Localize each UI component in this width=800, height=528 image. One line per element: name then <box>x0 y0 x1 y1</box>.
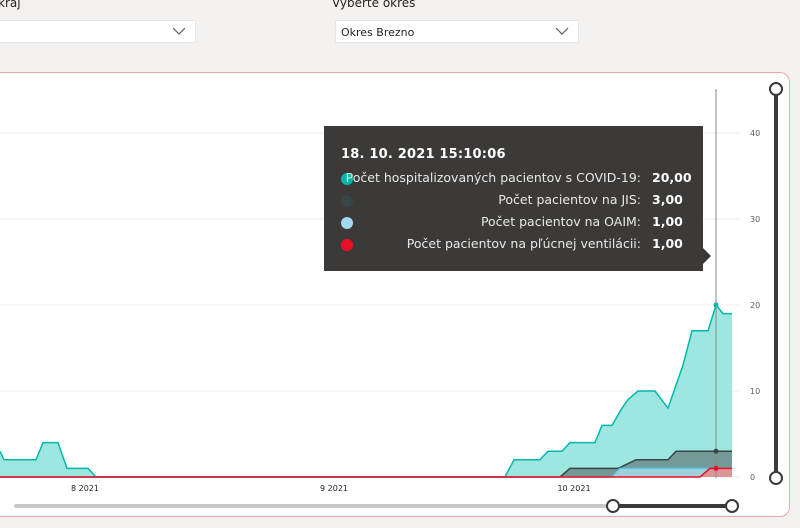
tooltip-value: 3,00 <box>652 192 683 207</box>
tooltip-value: 1,00 <box>652 214 683 229</box>
chart-tooltip: 18. 10. 2021 15:10:06 Počet hospitalizov… <box>324 126 711 271</box>
tooltip-row: Počet pacientov na pľúcnej ventilácii: 1… <box>324 236 703 256</box>
tooltip-row: Počet pacientov na JIS: 3,00 <box>324 192 703 212</box>
legend-dot-icon <box>341 195 353 207</box>
hover-marker <box>713 302 719 308</box>
tooltip-label: Počet pacientov na OAIM: <box>480 214 641 229</box>
x-tick-label: 8 2021 <box>71 484 99 493</box>
series-area <box>0 468 732 477</box>
y-tick-label: 20 <box>750 301 760 310</box>
y-tick-label: 40 <box>750 129 760 138</box>
tooltip-value: 1,00 <box>652 236 683 251</box>
legend-dot-icon <box>341 217 353 229</box>
tooltip-label: Počet hospitalizovaných pacientov s COVI… <box>345 170 641 185</box>
tooltip-pointer <box>703 248 711 264</box>
tooltip-label: Počet pacientov na pľúcnej ventilácii: <box>406 236 641 251</box>
vertical-zoom-handle-top[interactable] <box>769 82 783 96</box>
x-tick-label: 9 2021 <box>320 484 348 493</box>
horizontal-zoom-handle-right[interactable] <box>725 499 739 513</box>
y-tick-label: 10 <box>750 387 760 396</box>
x-tick-label: 10 2021 <box>557 484 590 493</box>
vertical-zoom-handle-bottom[interactable] <box>769 471 783 485</box>
tooltip-row: Počet pacientov na OAIM: 1,00 <box>324 214 703 234</box>
hover-marker <box>713 448 719 454</box>
tooltip-value: 20,00 <box>652 170 692 185</box>
legend-dot-icon <box>341 239 353 251</box>
horizontal-zoom-handle-left[interactable] <box>606 499 620 513</box>
tooltip-row: Počet hospitalizovaných pacientov s COVI… <box>324 170 703 190</box>
y-tick-label: 0 <box>750 473 755 482</box>
tooltip-label: Počet pacientov na JIS: <box>498 192 641 207</box>
tooltip-datetime: 18. 10. 2021 15:10:06 <box>341 147 506 162</box>
hover-marker <box>713 465 719 471</box>
y-tick-label: 30 <box>750 215 760 224</box>
